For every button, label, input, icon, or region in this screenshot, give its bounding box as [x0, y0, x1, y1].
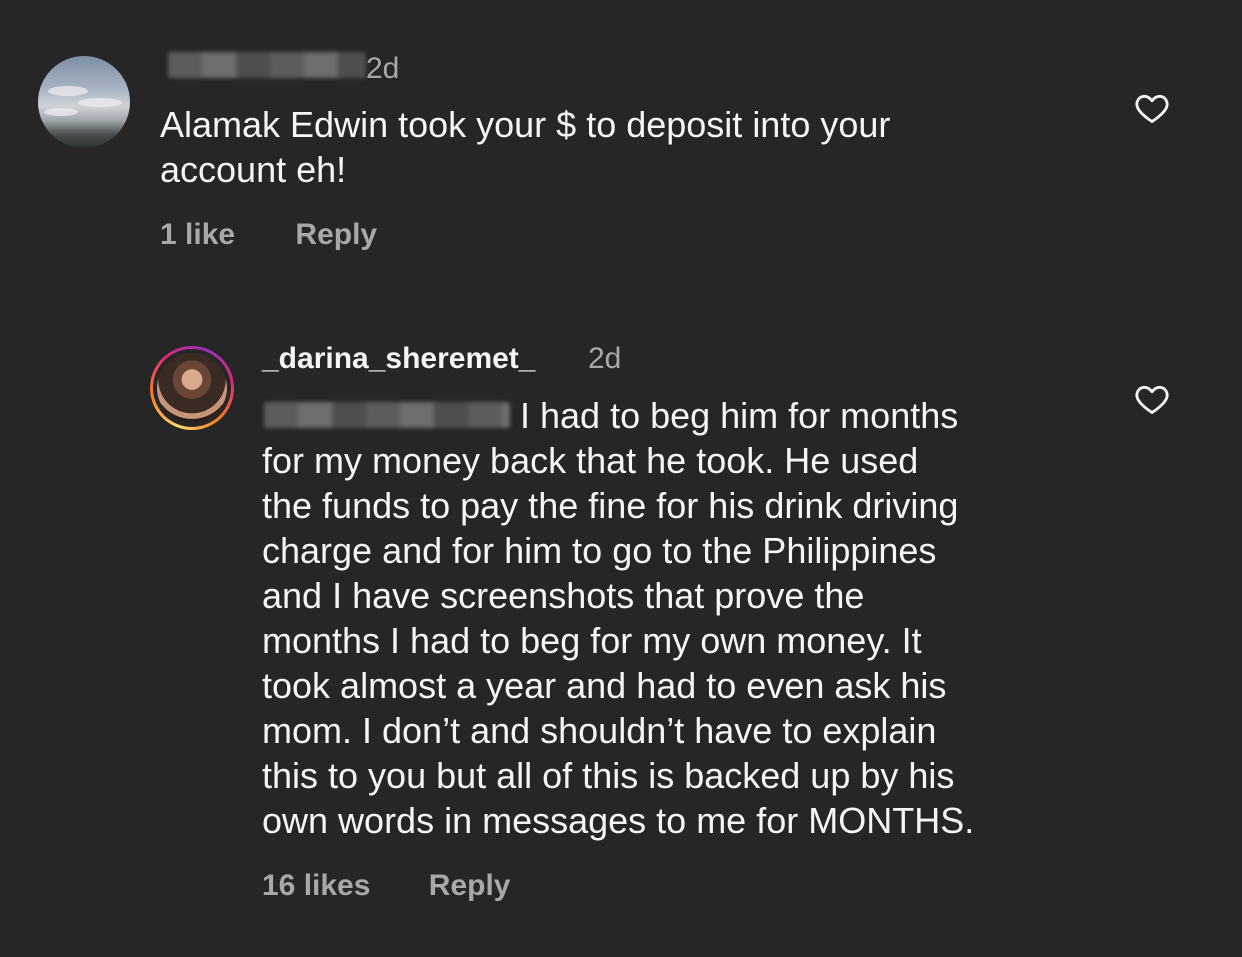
profile-photo — [157, 353, 227, 423]
heart-outline-icon[interactable] — [1134, 381, 1170, 417]
comment-time: 2d — [588, 342, 622, 375]
comment-actions: 16 likes Reply — [262, 869, 510, 903]
likes-count[interactable]: 16 likes — [262, 869, 370, 903]
user-avatar-story-ring[interactable] — [150, 346, 234, 430]
comment-text: I had to beg him for months for my money… — [262, 395, 975, 841]
comment-username[interactable]: _darina_sheremet_ — [262, 342, 536, 376]
reply-button[interactable]: Reply — [429, 869, 511, 903]
comment-2: _darina_sheremet_ 2d I had to beg him fo… — [0, 0, 1242, 957]
